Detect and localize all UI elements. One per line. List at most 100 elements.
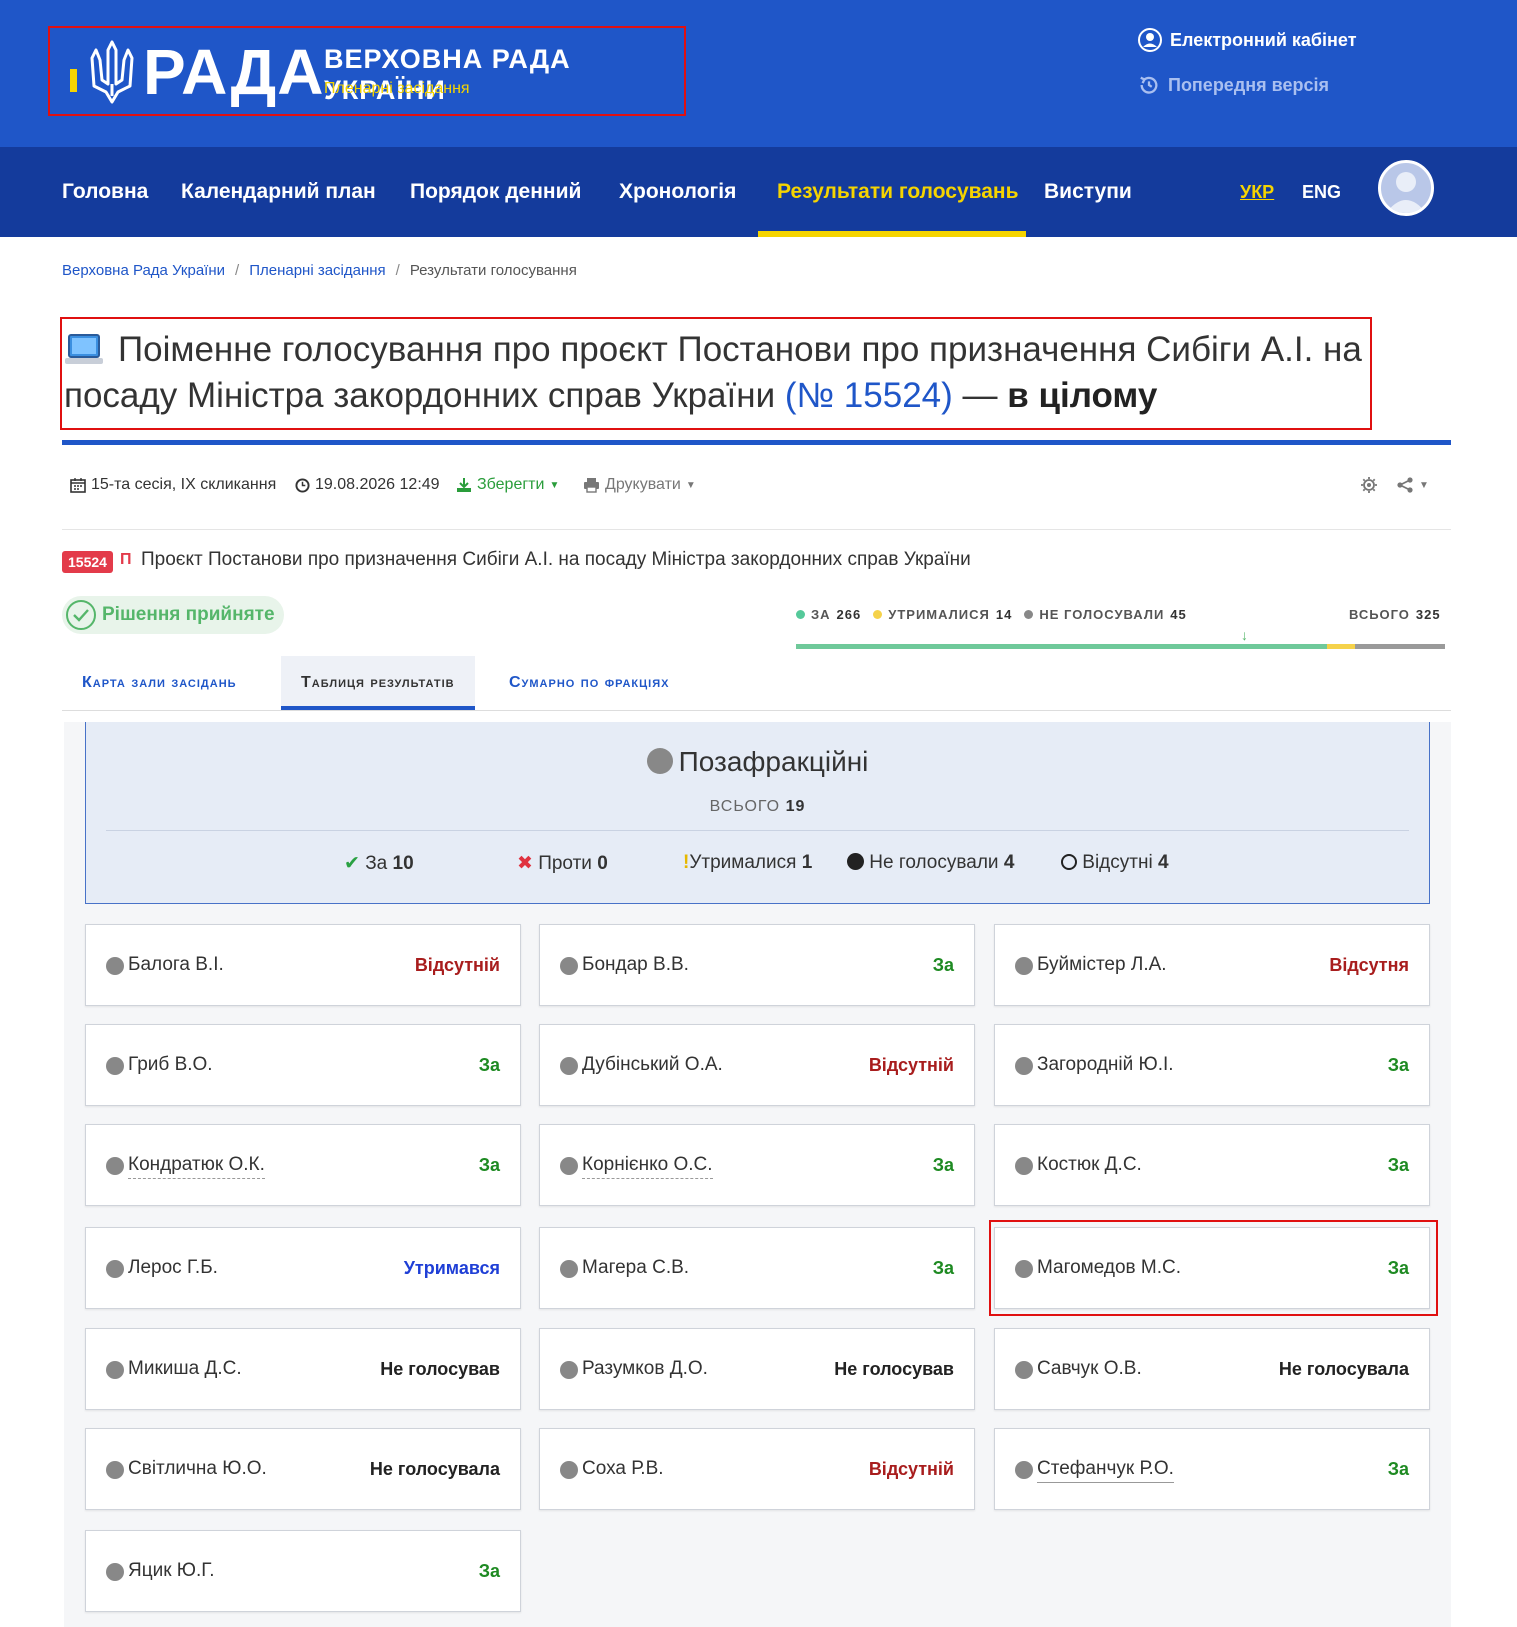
- page-title-box: Поіменне голосування про проєкт Постанов…: [60, 317, 1372, 430]
- faction-proty: ✖ Проти 0: [517, 852, 608, 875]
- nav-agenda[interactable]: Порядок денний: [410, 147, 581, 237]
- stats-not-voted-label: НЕ ГОЛОСУВАЛИ: [1039, 607, 1165, 622]
- deputy-name[interactable]: Корнієнко О.С.: [582, 1154, 713, 1179]
- deputy-vote-status: За: [1387, 1459, 1409, 1479]
- deputy-card[interactable]: Дубінський О.А. Відсутній: [539, 1024, 975, 1106]
- nav-chronology[interactable]: Хронологія: [619, 147, 736, 237]
- breadcrumb-separator: /: [395, 262, 400, 279]
- nav-speeches[interactable]: Виступи: [1044, 147, 1132, 237]
- deputy-name: Яцик Ю.Г.: [128, 1560, 215, 1581]
- logo-text: РАДА: [143, 36, 325, 108]
- save-button[interactable]: Зберегти ▼: [456, 476, 559, 494]
- deputy-card[interactable]: Яцик Ю.Г. За: [85, 1530, 521, 1612]
- deputy-card[interactable]: Микиша Д.С. Не голосував: [85, 1328, 521, 1410]
- clock-icon: [295, 477, 310, 493]
- faction-total: ВСЬОГО 19: [86, 798, 1429, 816]
- tab-results-table[interactable]: Таблиця результатів: [281, 656, 475, 710]
- decision-badge: Рішення прийняте: [62, 596, 284, 634]
- deputy-card[interactable]: Світлична Ю.О. Не голосувала: [85, 1428, 521, 1510]
- stats-abstain-value: 14: [995, 607, 1013, 622]
- deputy-name: Буймістер Л.А.: [1037, 954, 1167, 975]
- bill-number-badge[interactable]: 15524: [62, 551, 113, 573]
- deputy-vote-status: Відсутній: [414, 955, 500, 975]
- check-circle-icon: [66, 600, 96, 630]
- deputy-vote-status: За: [1387, 1055, 1409, 1075]
- previous-version-label: Попередня версія: [1168, 74, 1329, 95]
- deputy-card[interactable]: Магера С.В. За: [539, 1227, 975, 1309]
- tab-by-faction[interactable]: Сумарно по фракціях: [489, 656, 689, 710]
- deputy-name[interactable]: Кондратюк О.К.: [128, 1154, 265, 1179]
- breadcrumb: Верховна Рада України / Пленарні засідання…: [62, 262, 577, 279]
- breadcrumb-plenary[interactable]: Пленарні засідання: [249, 262, 385, 279]
- deputy-dot-icon: [106, 957, 124, 975]
- lang-ua[interactable]: УКР: [1240, 147, 1274, 237]
- title-divider: [62, 440, 1451, 445]
- flag-icon: [70, 46, 77, 92]
- stats-abstain-label: УТРИМАЛИСЯ: [888, 607, 990, 622]
- user-icon: [1386, 172, 1426, 213]
- site-logo[interactable]: РАДА ВЕРХОВНА РАДА УКРАЇНИ Пленарні засі…: [48, 26, 686, 116]
- settings-button[interactable]: [1360, 476, 1378, 494]
- vote-datetime: 19.08.2026 12:49: [295, 476, 440, 494]
- stats-total: ВСЬОГО 325: [1349, 607, 1441, 622]
- za-dot-icon: [796, 610, 805, 619]
- title-dash: —: [962, 376, 998, 415]
- abstain-dot-icon: [873, 610, 883, 619]
- deputy-card[interactable]: Балога В.І. Відсутній: [85, 924, 521, 1006]
- meta-divider: [62, 529, 1451, 530]
- deputy-card[interactable]: Костюк Д.С. За: [994, 1124, 1430, 1206]
- faction-abstain-value: 1: [801, 852, 813, 873]
- faction-not-voted-label: Не голосували: [869, 852, 999, 873]
- gear-icon: [1361, 477, 1377, 493]
- lang-en[interactable]: ENG: [1302, 147, 1341, 237]
- cross-icon: ✖: [517, 853, 533, 874]
- deputy-vote-status: Не голосував: [834, 1359, 954, 1379]
- share-icon: [1397, 477, 1413, 493]
- deputy-name: Гриб В.О.: [128, 1054, 213, 1075]
- faction-name: Позафракційні: [678, 746, 869, 777]
- deputy-dot-icon: [560, 1157, 578, 1175]
- deputy-card[interactable]: Стефанчук Р.О. За: [994, 1428, 1430, 1510]
- faction-total-value: 19: [785, 798, 806, 815]
- share-button[interactable]: ▼: [1396, 476, 1429, 494]
- deputy-card[interactable]: Корнієнко О.С. За: [539, 1124, 975, 1206]
- deputy-name[interactable]: Стефанчук Р.О.: [1037, 1458, 1174, 1483]
- nav-calendar[interactable]: Календарний план: [181, 147, 376, 237]
- faction-absent: Відсутні 4: [1061, 852, 1169, 874]
- bill-title: Проєкт Постанови про призначення Сибіги …: [141, 549, 971, 570]
- not-voted-dot-icon: [1024, 610, 1034, 619]
- deputy-card[interactable]: Буймістер Л.А. Відсутня: [994, 924, 1430, 1006]
- tabs-divider: [62, 710, 1451, 711]
- deputy-card[interactable]: Загородній Ю.І. За: [994, 1024, 1430, 1106]
- breadcrumb-vru[interactable]: Верховна Рада України: [62, 262, 225, 279]
- deputy-card[interactable]: Лерос Г.Б. Утримався: [85, 1227, 521, 1309]
- tab-hall-map[interactable]: Карта зали засідань: [62, 656, 257, 710]
- chevron-down-icon: ▼: [1419, 479, 1429, 491]
- deputy-dot-icon: [106, 1461, 124, 1479]
- deputy-card[interactable]: Кондратюк О.К. За: [85, 1124, 521, 1206]
- faction-dot-icon: [646, 748, 673, 774]
- deputy-card[interactable]: Бондар В.В. За: [539, 924, 975, 1006]
- deputy-vote-status: За: [478, 1561, 500, 1581]
- deputy-vote-status: За: [478, 1055, 500, 1075]
- faction-za: ✔ За 10: [344, 852, 414, 875]
- deputy-dot-icon: [106, 1057, 124, 1075]
- deputy-dot-icon: [560, 1361, 578, 1379]
- previous-version-link[interactable]: Попередня версія: [1138, 74, 1329, 96]
- deputy-card[interactable]: Савчук О.В. Не голосувала: [994, 1328, 1430, 1410]
- history-icon: [1140, 76, 1158, 94]
- deputy-card[interactable]: Соха Р.В. Відсутній: [539, 1428, 975, 1510]
- ecabinet-link[interactable]: Електронний кабінет: [1138, 28, 1357, 52]
- chevron-down-icon: ▼: [685, 479, 696, 491]
- deputy-name: Світлична Ю.О.: [128, 1458, 267, 1479]
- deputy-card[interactable]: Разумков Д.О. Не голосував: [539, 1328, 975, 1410]
- faction-abstain-label: Утрималися: [689, 852, 797, 873]
- faction-abstain: !Утрималися 1: [683, 852, 812, 874]
- print-button[interactable]: Друкувати ▼: [583, 476, 696, 494]
- faction-za-value: 10: [392, 853, 414, 874]
- avatar[interactable]: [1378, 160, 1434, 216]
- nav-home[interactable]: Головна: [62, 147, 148, 237]
- deputy-card[interactable]: Гриб В.О. За: [85, 1024, 521, 1106]
- bill-number-link[interactable]: (№ 15524): [785, 376, 953, 415]
- nav-vote-results[interactable]: Результати голосувань: [777, 147, 1019, 237]
